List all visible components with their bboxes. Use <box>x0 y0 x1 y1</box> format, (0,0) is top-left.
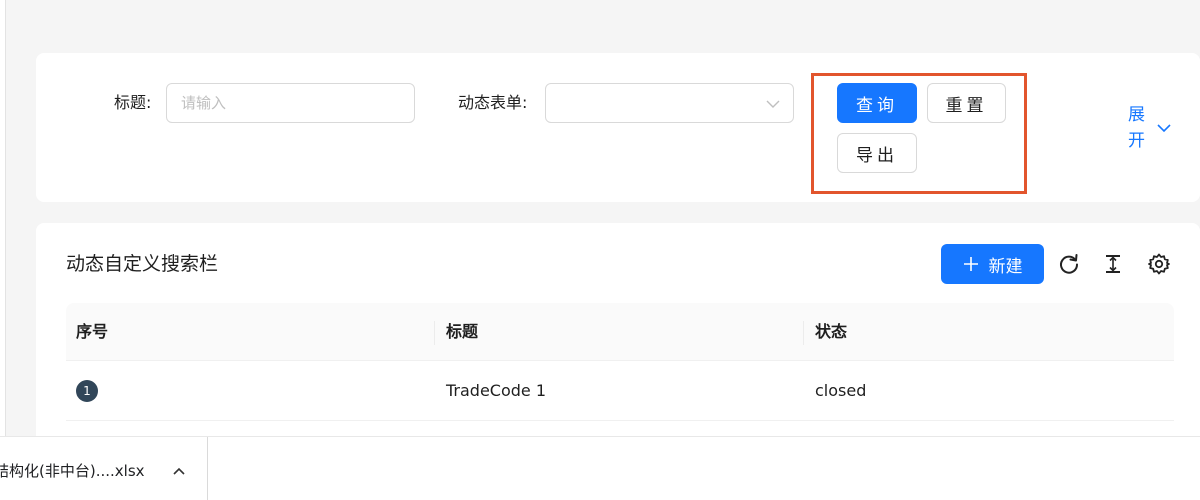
dynamic-form-label: 动态表单: <box>458 93 528 112</box>
title-label: 标题: <box>114 93 152 112</box>
dynamic-form-select[interactable] <box>545 83 794 123</box>
row-title-cell: TradeCode 1 <box>446 381 547 400</box>
column-header-status: 状态 <box>815 322 848 341</box>
expand-label: 展开 <box>1128 105 1145 151</box>
chevron-down-icon <box>766 100 780 108</box>
reset-button[interactable]: 重置 <box>927 83 1006 123</box>
download-bar: 结构化(非中台)....xlsx <box>0 436 1200 500</box>
table-card: 动态自定义搜索栏 新建 序号 标题 状态 1 TradeCode 1 close… <box>36 223 1200 436</box>
chevron-down-icon <box>1157 124 1171 133</box>
download-item[interactable]: 结构化(非中台)....xlsx <box>0 437 208 500</box>
expand-toggle[interactable]: 展开 <box>1128 102 1176 158</box>
table-row[interactable]: 1 TradeCode 1 closed <box>66 361 1174 421</box>
search-form-card: 标题: 动态表单: 查询 重置 导出 <box>36 53 1200 202</box>
table-title: 动态自定义搜索栏 <box>66 253 219 275</box>
chevron-up-icon[interactable] <box>172 464 186 478</box>
reload-icon[interactable] <box>1057 252 1081 276</box>
row-status-cell: closed <box>815 381 867 400</box>
title-input[interactable] <box>166 83 415 123</box>
column-divider <box>434 321 435 345</box>
export-button[interactable]: 导出 <box>837 133 917 173</box>
query-button[interactable]: 查询 <box>837 83 917 123</box>
table-header: 序号 标题 状态 <box>66 303 1174 361</box>
column-header-title: 标题 <box>446 322 479 341</box>
gear-icon[interactable] <box>1147 252 1171 276</box>
download-file-name[interactable]: 结构化(非中台)....xlsx <box>0 437 150 500</box>
row-index-badge: 1 <box>76 380 98 402</box>
column-header-index: 序号 <box>76 322 109 341</box>
column-height-icon[interactable] <box>1101 252 1125 276</box>
column-divider <box>803 321 804 345</box>
plus-icon <box>963 257 978 271</box>
new-button-label: 新建 <box>988 256 1023 277</box>
new-button[interactable]: 新建 <box>941 244 1044 284</box>
